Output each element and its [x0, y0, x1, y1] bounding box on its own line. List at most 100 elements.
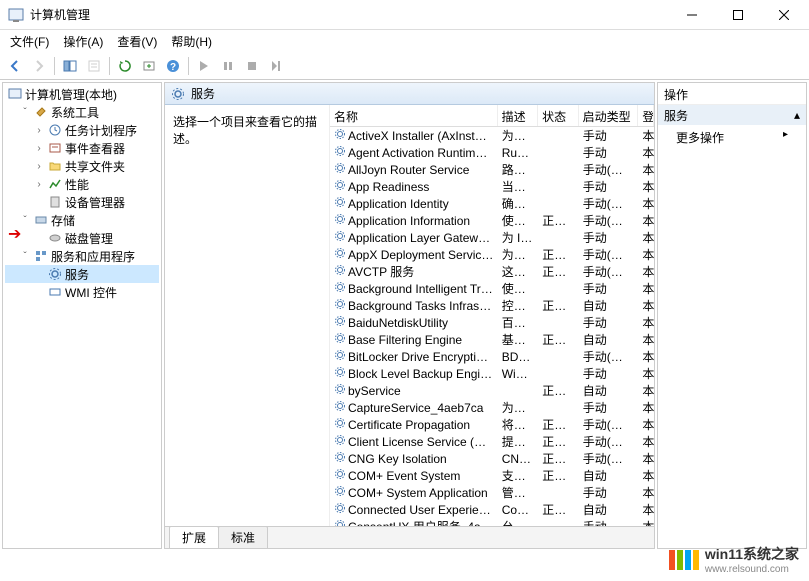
service-logon: 本 — [638, 450, 654, 467]
tree-root[interactable]: 计算机管理(本地) — [5, 85, 159, 103]
menu-help[interactable]: 帮助(H) — [165, 31, 218, 52]
service-row[interactable]: ActiveX Installer (AxInstSV)为从…手动本 — [330, 127, 654, 144]
service-row[interactable]: Base Filtering Engine基本…正在…自动本 — [330, 331, 654, 348]
col-desc[interactable]: 描述 — [498, 105, 539, 126]
start-service-button[interactable] — [193, 55, 215, 77]
more-actions[interactable]: 更多操作 ▸ — [658, 125, 806, 150]
menu-action[interactable]: 操作(A) — [57, 31, 109, 52]
col-startup[interactable]: 启动类型 — [579, 105, 639, 126]
refresh-button[interactable] — [114, 55, 136, 77]
menu-file[interactable]: 文件(F) — [4, 31, 55, 52]
service-row[interactable]: Application Information使用…正在…手动(触发…本 — [330, 212, 654, 229]
service-startup: 手动(触发… — [579, 161, 639, 178]
gear-icon — [334, 145, 348, 157]
minimize-button[interactable] — [669, 0, 715, 30]
service-desc: 提供… — [498, 433, 539, 450]
properties-button[interactable] — [83, 55, 105, 77]
device-icon — [47, 194, 63, 210]
col-logon[interactable]: 登 — [638, 105, 654, 126]
expander-icon[interactable]: ˇ — [19, 107, 31, 118]
service-startup: 手动 — [579, 484, 639, 501]
tree-system-tools[interactable]: ˇ 系统工具 — [5, 103, 159, 121]
help-button[interactable]: ? — [162, 55, 184, 77]
service-row[interactable]: Block Level Backup Engine …Win…手动本 — [330, 365, 654, 382]
service-row[interactable]: App Readiness当用…手动本 — [330, 178, 654, 195]
service-row[interactable]: Application Layer Gateway …为 In…手动本 — [330, 229, 654, 246]
service-row[interactable]: Application Identity确定…手动(触发…本 — [330, 195, 654, 212]
service-logon: 本 — [638, 467, 654, 484]
gear-icon — [47, 266, 63, 282]
service-name: byService — [348, 384, 401, 398]
col-status[interactable]: 状态 — [538, 105, 579, 126]
tab-standard[interactable]: 标准 — [218, 526, 268, 548]
service-logon: 本 — [638, 382, 654, 399]
tree-event-viewer[interactable]: › 事件查看器 — [5, 139, 159, 157]
service-row[interactable]: ConsentUX 用户服务_4aeb…允许…手动本 — [330, 518, 654, 526]
tree-services[interactable]: 服务 — [5, 265, 159, 283]
tree-storage[interactable]: ˇ 存储 — [5, 211, 159, 229]
expander-icon[interactable]: › — [33, 143, 45, 154]
show-hide-tree-button[interactable] — [59, 55, 81, 77]
service-row[interactable]: Background Intelligent Tra…使用…手动本 — [330, 280, 654, 297]
service-name: Agent Activation Runtime … — [348, 146, 497, 160]
service-row[interactable]: byService正在…自动本 — [330, 382, 654, 399]
col-name[interactable]: 名称 — [330, 105, 498, 126]
tree-shared-folders[interactable]: › 共享文件夹 — [5, 157, 159, 175]
service-name: ActiveX Installer (AxInstSV) — [348, 129, 495, 143]
restart-service-button[interactable] — [265, 55, 287, 77]
back-button[interactable] — [4, 55, 26, 77]
service-row[interactable]: COM+ Event System支持…正在…自动本 — [330, 467, 654, 484]
apps-icon — [33, 248, 49, 264]
toolbar: ? — [0, 52, 809, 80]
service-status: 正在… — [538, 297, 579, 314]
service-row[interactable]: BaiduNetdiskUtility百度…手动本 — [330, 314, 654, 331]
service-startup: 手动 — [579, 280, 639, 297]
pause-service-button[interactable] — [217, 55, 239, 77]
tab-extended[interactable]: 扩展 — [169, 526, 219, 548]
service-logon: 本 — [638, 331, 654, 348]
service-status: 正在… — [538, 501, 579, 518]
service-row[interactable]: AVCTP 服务这是…正在…手动(触发…本 — [330, 263, 654, 280]
service-logon: 本 — [638, 246, 654, 263]
tree-device-manager[interactable]: 设备管理器 — [5, 193, 159, 211]
service-startup: 手动 — [579, 314, 639, 331]
menu-view[interactable]: 查看(V) — [111, 31, 163, 52]
wmi-icon — [47, 284, 63, 300]
expander-icon[interactable]: › — [33, 125, 45, 136]
service-row[interactable]: CaptureService_4aeb7ca为调…手动本 — [330, 399, 654, 416]
stop-service-button[interactable] — [241, 55, 263, 77]
expander-icon[interactable]: › — [33, 161, 45, 172]
tree-label: 系统工具 — [51, 104, 99, 121]
service-row[interactable]: Client License Service (Clip…提供…正在…手动(触发… — [330, 433, 654, 450]
annotation-arrow: ➔ — [8, 224, 28, 244]
service-row[interactable]: Certificate Propagation将用…正在…手动(触发…本 — [330, 416, 654, 433]
service-startup: 自动 — [579, 382, 639, 399]
close-button[interactable] — [761, 0, 807, 30]
service-row[interactable]: Connected User Experienc…Con…正在…自动本 — [330, 501, 654, 518]
tree-task-scheduler[interactable]: › 任务计划程序 — [5, 121, 159, 139]
expander-icon[interactable]: ˇ — [19, 251, 31, 262]
service-row[interactable]: AllJoyn Router Service路由…手动(触发…本 — [330, 161, 654, 178]
tree-disk-management[interactable]: 磁盘管理 — [5, 229, 159, 247]
tree-services-apps[interactable]: ˇ 服务和应用程序 — [5, 247, 159, 265]
service-row[interactable]: Agent Activation Runtime …Runt…手动本 — [330, 144, 654, 161]
service-row[interactable]: AppX Deployment Service (…为部…正在…手动(触发…本 — [330, 246, 654, 263]
service-startup: 手动(触发… — [579, 348, 639, 365]
forward-button[interactable] — [28, 55, 50, 77]
service-logon: 本 — [638, 518, 654, 526]
export-button[interactable] — [138, 55, 160, 77]
expander-icon[interactable]: › — [33, 179, 45, 190]
maximize-button[interactable] — [715, 0, 761, 30]
service-row[interactable]: BitLocker Drive Encryption …BDE…手动(触发…本 — [330, 348, 654, 365]
service-row[interactable]: CNG Key IsolationCNG…正在…手动(触发…本 — [330, 450, 654, 467]
service-row[interactable]: Background Tasks Infrastru…控制…正在…自动本 — [330, 297, 654, 314]
tree-performance[interactable]: › 性能 — [5, 175, 159, 193]
service-row[interactable]: COM+ System Application管理…手动本 — [330, 484, 654, 501]
gear-icon — [334, 366, 348, 378]
collapse-icon[interactable]: ▴ — [794, 108, 800, 122]
service-desc: 为部… — [498, 246, 539, 263]
service-desc: 控制… — [498, 297, 539, 314]
tree-wmi[interactable]: WMI 控件 — [5, 283, 159, 301]
tree-label: 服务 — [65, 266, 89, 283]
services-list[interactable]: 名称 描述 状态 启动类型 登 ActiveX Installer (AxIns… — [330, 105, 654, 526]
